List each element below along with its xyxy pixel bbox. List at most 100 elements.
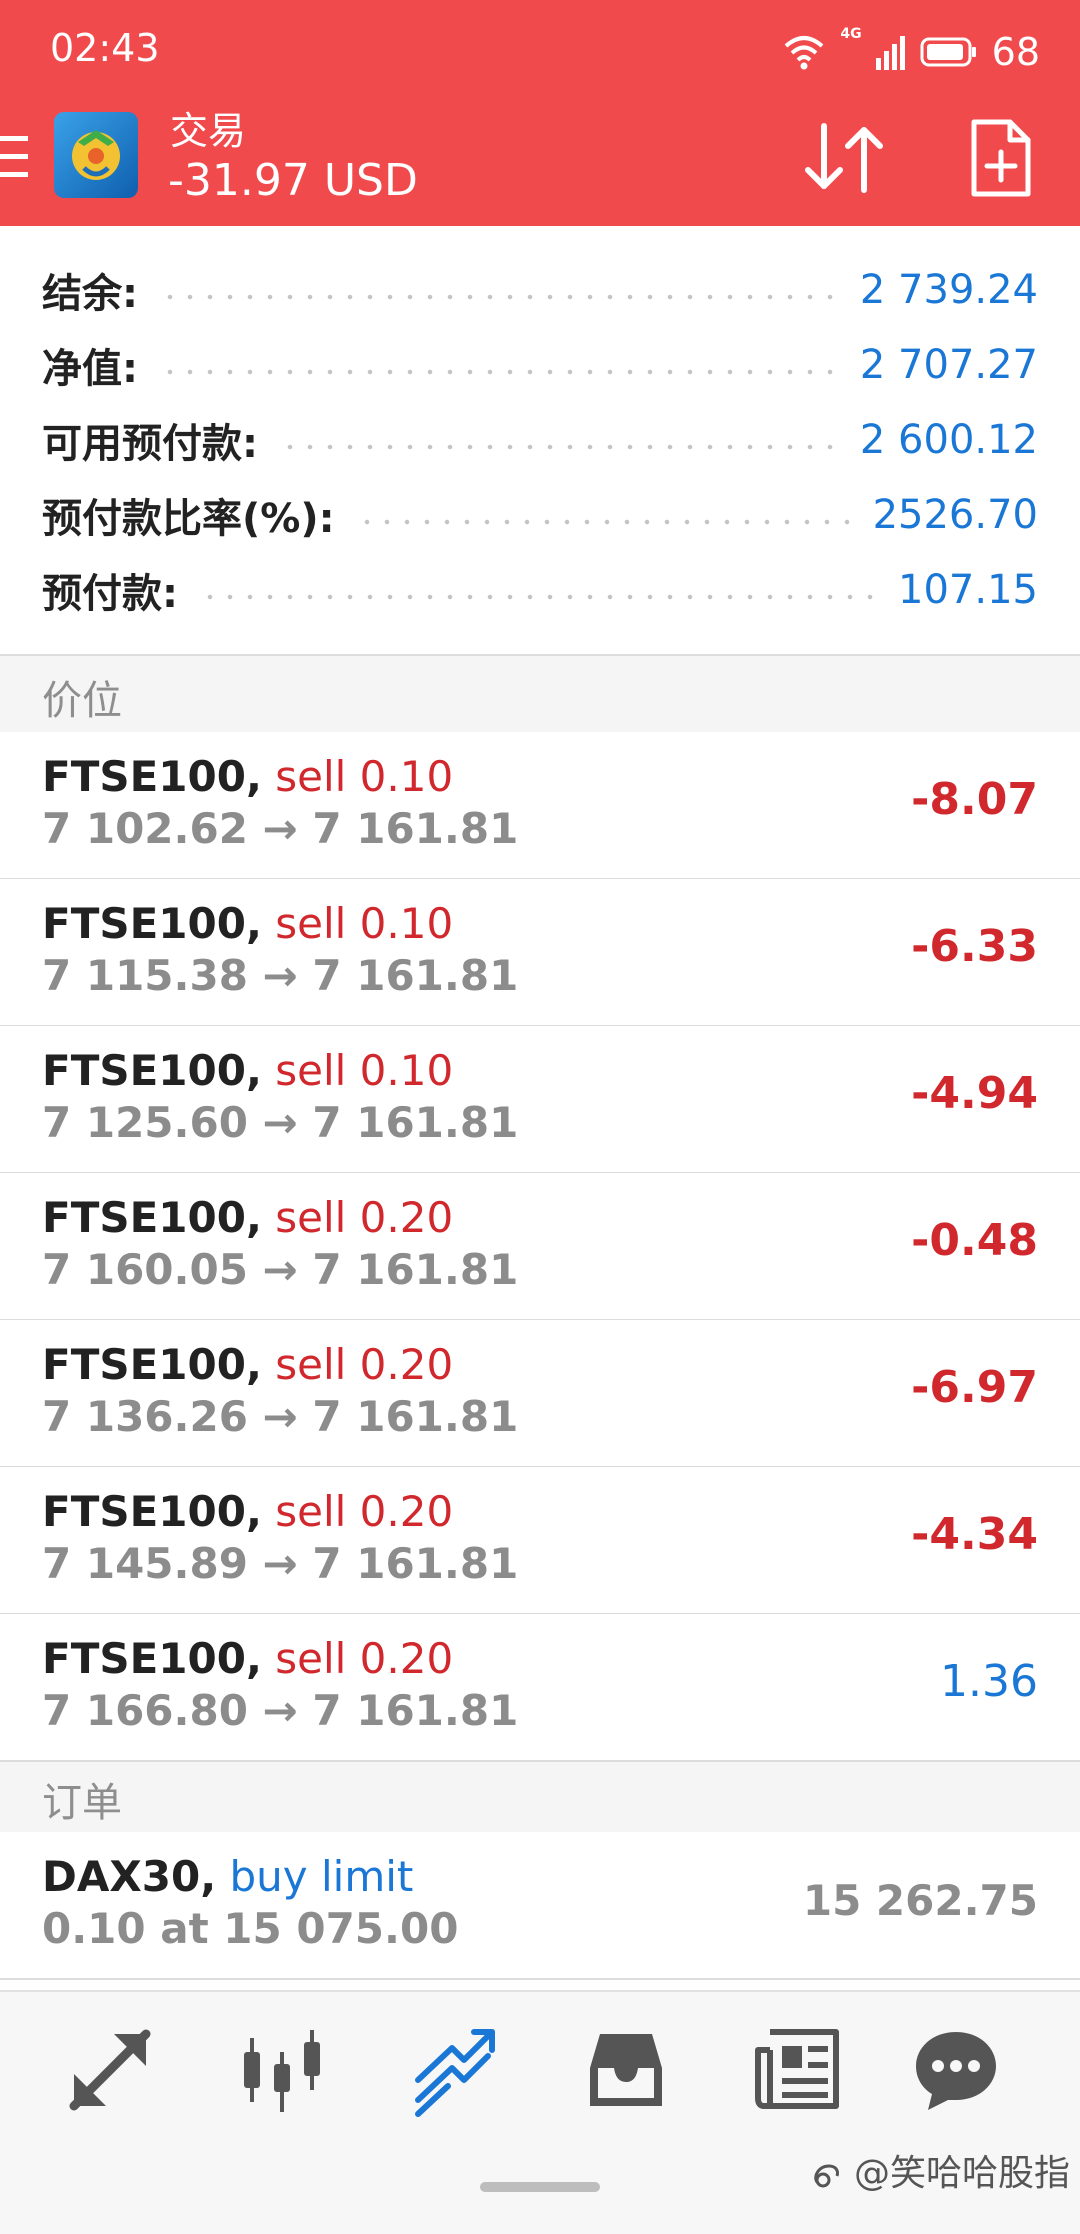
position-symbol: FTSE100,: [42, 1193, 262, 1242]
summary-value: 107.15: [898, 567, 1038, 613]
current-price: 7 161.81: [312, 1245, 519, 1294]
order-detail: 0.10 at 15 075.00: [42, 1904, 459, 1953]
summary-row-margin: 预付款: 107.15: [42, 560, 1038, 620]
summary-label: 可用预付款:: [42, 421, 258, 467]
add-document-icon: [971, 119, 1031, 197]
summary-label: 预付款比率(%):: [42, 496, 335, 542]
arrow-right-icon: →: [262, 1539, 298, 1588]
new-order-button[interactable]: [968, 118, 1034, 198]
menu-icon[interactable]: [0, 134, 30, 180]
position-side: sell 0.10: [275, 1046, 454, 1095]
summary-label: 净值:: [42, 346, 138, 392]
summary-value: 2 739.24: [859, 267, 1038, 313]
section-title: 订单: [42, 1780, 122, 1826]
open-price: 7 136.26: [42, 1392, 248, 1441]
current-price: 7 161.81: [312, 804, 519, 853]
arrow-right-icon: →: [262, 804, 298, 853]
network-type-label: 4G: [840, 26, 862, 42]
open-price: 7 125.60: [42, 1098, 248, 1147]
summary-label: 结余:: [42, 271, 138, 317]
app-header: 02:43 4G 68 交易 -31.97 USD: [0, 0, 1080, 226]
current-price: 7 161.81: [312, 1539, 519, 1588]
sort-button[interactable]: [800, 120, 890, 196]
dot-leader: [160, 294, 838, 300]
current-price: 7 161.81: [312, 1392, 519, 1441]
home-indicator[interactable]: [480, 2182, 600, 2192]
position-symbol: FTSE100,: [42, 1487, 262, 1536]
app-logo: [54, 112, 138, 198]
quotes-icon[interactable]: [62, 2022, 158, 2118]
position-profit: -4.94: [911, 1068, 1038, 1119]
open-price: 7 115.38: [42, 951, 248, 1000]
arrow-right-icon: →: [262, 1392, 298, 1441]
account-summary: 结余: 2 739.24 净值: 2 707.27 可用预付款: 2 600.1…: [0, 228, 1080, 654]
position-row[interactable]: FTSE100, sell 0.10 7 102.62 → 7 161.81 -…: [0, 732, 1080, 880]
summary-row-equity: 净值: 2 707.27: [42, 335, 1038, 395]
history-icon[interactable]: [578, 2022, 674, 2118]
order-current-price: 15 262.75: [802, 1876, 1038, 1925]
summary-row-margin-level: 预付款比率(%): 2526.70: [42, 485, 1038, 545]
position-row[interactable]: FTSE100, sell 0.10 7 125.60 → 7 161.81 -…: [0, 1026, 1080, 1174]
wifi-icon: [785, 36, 824, 70]
positions-section-header: 价位: [0, 654, 1080, 734]
floating-profit-balance: -31.97 USD: [168, 155, 418, 206]
messages-icon[interactable]: [908, 2022, 1004, 2118]
position-symbol: FTSE100,: [42, 899, 262, 948]
orders-section-header: 订单: [0, 1760, 1080, 1834]
dot-leader: [356, 519, 851, 525]
trade-icon[interactable]: [408, 2022, 504, 2118]
summary-row-free-margin: 可用预付款: 2 600.12: [42, 410, 1038, 470]
summary-value: 2 707.27: [859, 342, 1038, 388]
position-side: sell 0.10: [275, 899, 454, 948]
position-side: sell 0.20: [275, 1487, 454, 1536]
position-side: sell 0.20: [275, 1340, 454, 1389]
position-profit: -8.07: [911, 774, 1038, 825]
position-row[interactable]: FTSE100, sell 0.20 7 166.80 → 7 161.81 1…: [0, 1614, 1080, 1760]
summary-label: 预付款:: [42, 571, 178, 617]
status-icons: 4G 68: [782, 26, 1040, 78]
sort-icon: [805, 123, 883, 193]
position-side: sell 0.20: [275, 1634, 454, 1683]
chart-icon[interactable]: [234, 2022, 330, 2118]
arrow-right-icon: →: [262, 1245, 298, 1294]
current-price: 7 161.81: [312, 1686, 519, 1735]
position-symbol: FTSE100,: [42, 1634, 262, 1683]
order-symbol: DAX30,: [42, 1852, 217, 1901]
arrow-right-icon: →: [262, 1098, 298, 1147]
position-row[interactable]: FTSE100, sell 0.20 7 145.89 → 7 161.81 -…: [0, 1467, 1080, 1615]
open-price: 7 160.05: [42, 1245, 248, 1294]
position-profit: 1.36: [940, 1656, 1038, 1707]
battery-icon: [920, 37, 976, 67]
bottom-navigation: @笑哈哈股指: [0, 1990, 1080, 2234]
position-row[interactable]: FTSE100, sell 0.20 7 160.05 → 7 161.81 -…: [0, 1173, 1080, 1321]
position-symbol: FTSE100,: [42, 1046, 262, 1095]
current-price: 7 161.81: [312, 1098, 519, 1147]
summary-value: 2526.70: [872, 492, 1038, 538]
status-time: 02:43: [50, 26, 160, 70]
signal-icon: [875, 36, 905, 70]
metatrader-logo-icon: [72, 130, 120, 180]
watermark: @笑哈哈股指: [811, 2144, 1070, 2196]
section-title: 价位: [42, 678, 122, 724]
order-type: buy limit: [229, 1852, 414, 1901]
position-profit: -6.97: [911, 1362, 1038, 1413]
dot-leader: [280, 444, 838, 450]
position-profit: -0.48: [911, 1215, 1038, 1266]
position-profit: -6.33: [911, 921, 1038, 972]
position-side: sell 0.10: [275, 752, 454, 801]
position-side: sell 0.20: [275, 1193, 454, 1242]
open-price: 7 102.62: [42, 804, 248, 853]
open-price: 7 166.80: [42, 1686, 248, 1735]
position-profit: -4.34: [911, 1509, 1038, 1560]
arrow-right-icon: →: [262, 951, 298, 1000]
arrow-right-icon: →: [262, 1686, 298, 1735]
order-row[interactable]: DAX30, buy limit 0.10 at 15 075.00 15 26…: [0, 1832, 1080, 1980]
position-row[interactable]: FTSE100, sell 0.20 7 136.26 → 7 161.81 -…: [0, 1320, 1080, 1468]
battery-level: 68: [991, 30, 1040, 74]
open-price: 7 145.89: [42, 1539, 248, 1588]
position-row[interactable]: FTSE100, sell 0.10 7 115.38 → 7 161.81 -…: [0, 879, 1080, 1027]
summary-row-balance: 结余: 2 739.24: [42, 260, 1038, 320]
news-icon[interactable]: [750, 2022, 846, 2118]
dot-leader: [200, 594, 877, 600]
current-price: 7 161.81: [312, 951, 519, 1000]
